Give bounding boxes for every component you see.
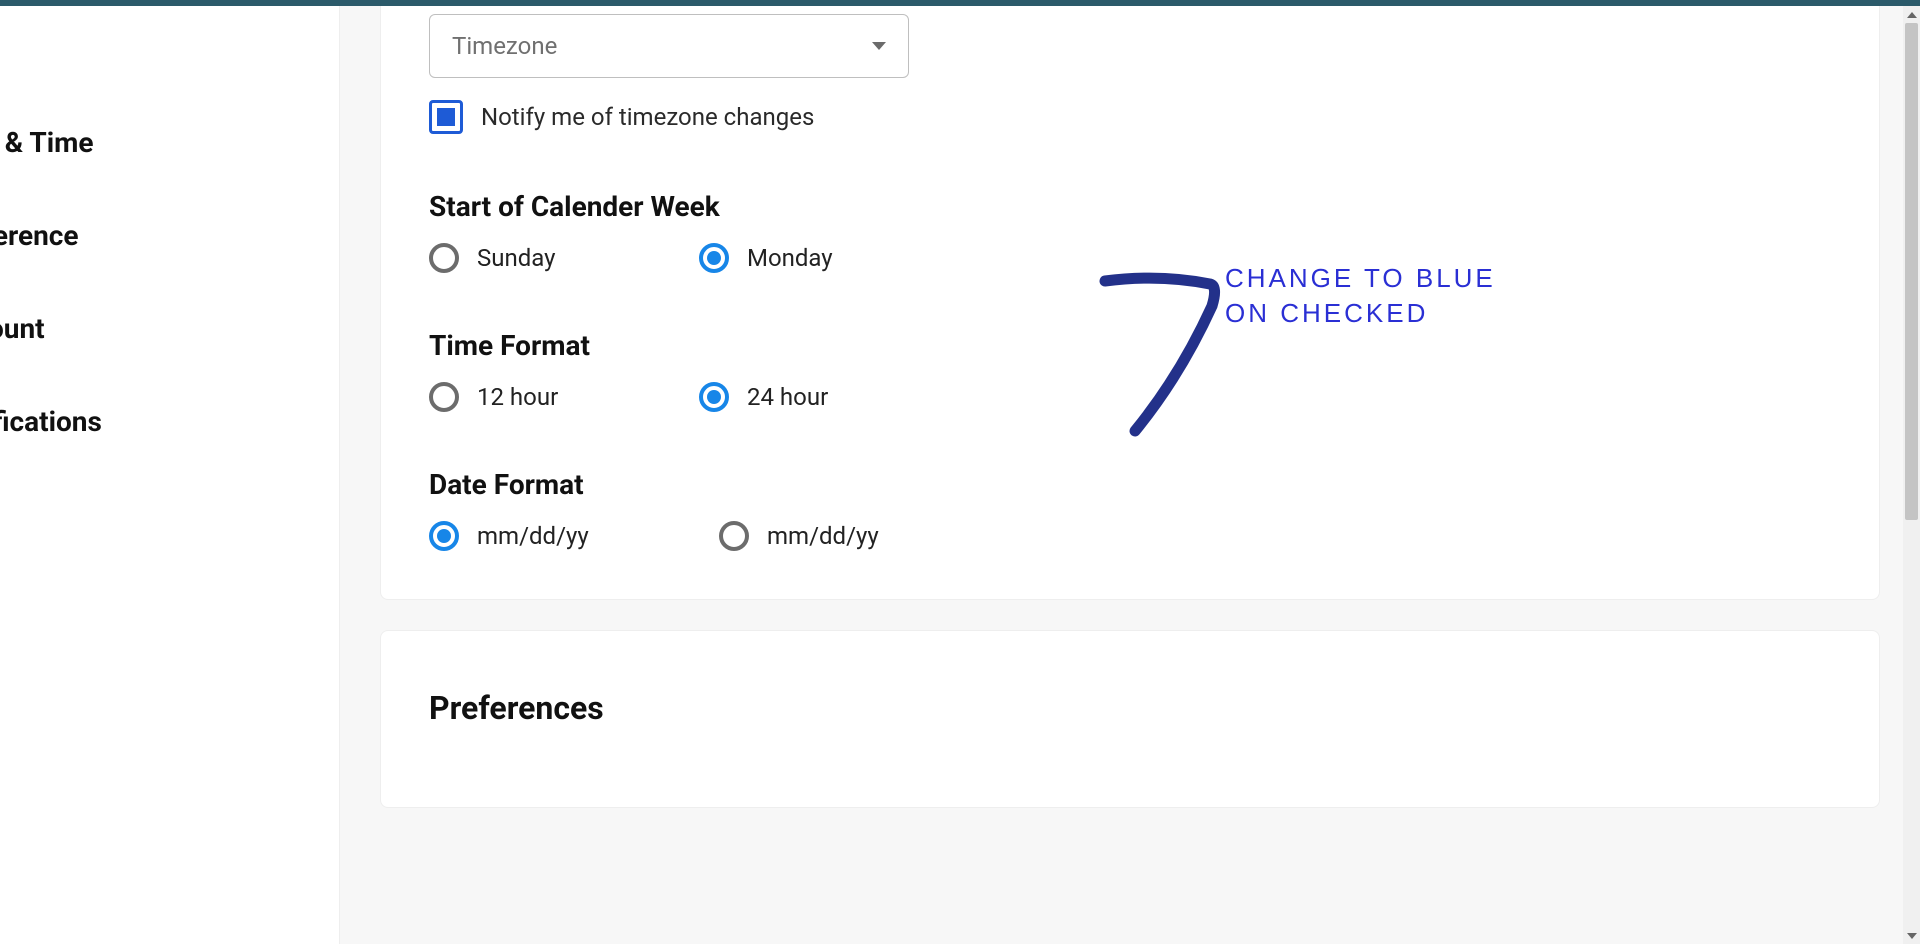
radio-icon — [699, 243, 729, 273]
preferences-card: Preferences — [380, 630, 1880, 808]
radio-icon — [429, 521, 459, 551]
radio-label: mm/dd/yy — [477, 522, 589, 550]
radio-option-date-1[interactable]: mm/dd/yy — [429, 521, 629, 551]
radio-label: Sunday — [477, 244, 556, 272]
section-title-date-format: Date Format — [429, 468, 1831, 501]
settings-card: Timezone Notify me of timezone changes S… — [380, 6, 1880, 600]
sidebar-item-notifications[interactable]: Notifications — [0, 375, 339, 468]
radio-icon — [719, 521, 749, 551]
radio-label: 12 hour — [477, 383, 558, 411]
radio-icon — [699, 382, 729, 412]
timezone-select[interactable]: Timezone — [429, 14, 909, 78]
sidebar-item-label: Date & Time — [0, 126, 94, 159]
date-format-radio-group: mm/dd/yy mm/dd/yy — [429, 521, 1831, 551]
vertical-scrollbar[interactable] — [1903, 6, 1920, 944]
radio-option-12hour[interactable]: 12 hour — [429, 382, 629, 412]
notify-timezone-checkbox[interactable] — [429, 100, 463, 134]
scroll-down-icon[interactable] — [1903, 927, 1920, 944]
preferences-title: Preferences — [429, 689, 1831, 727]
sidebar-item-label: Preference — [0, 219, 79, 252]
time-format-radio-group: 12 hour 24 hour — [429, 382, 1831, 412]
radio-label: mm/dd/yy — [767, 522, 879, 550]
sidebar-item-account[interactable]: Account — [0, 282, 339, 375]
chevron-down-icon — [872, 42, 886, 50]
radio-icon — [429, 243, 459, 273]
sidebar-item-label: Account — [0, 312, 45, 345]
radio-icon — [429, 382, 459, 412]
radio-label: Monday — [747, 244, 833, 272]
radio-option-date-2[interactable]: mm/dd/yy — [719, 521, 919, 551]
week-radio-group: Sunday Monday — [429, 243, 1831, 273]
scroll-track[interactable] — [1903, 23, 1920, 927]
scroll-thumb[interactable] — [1905, 23, 1918, 520]
sidebar-item-date-time[interactable]: Date & Time — [0, 96, 339, 189]
radio-option-monday[interactable]: Monday — [699, 243, 899, 273]
main-content: Timezone Notify me of timezone changes S… — [340, 6, 1920, 944]
sidebar-item-preference[interactable]: Preference — [0, 189, 339, 282]
notify-timezone-label: Notify me of timezone changes — [481, 103, 814, 131]
timezone-placeholder: Timezone — [452, 32, 557, 60]
radio-option-sunday[interactable]: Sunday — [429, 243, 629, 273]
radio-option-24hour[interactable]: 24 hour — [699, 382, 899, 412]
sidebar: Date & Time Preference Account Notificat… — [0, 6, 340, 944]
page-container: Date & Time Preference Account Notificat… — [0, 6, 1920, 944]
checkbox-fill-icon — [437, 108, 455, 126]
sidebar-item-label: Notifications — [0, 405, 102, 438]
radio-label: 24 hour — [747, 383, 828, 411]
scroll-up-icon[interactable] — [1903, 6, 1920, 23]
notify-timezone-row: Notify me of timezone changes — [429, 100, 1831, 134]
section-title-time-format: Time Format — [429, 329, 1831, 362]
section-title-week: Start of Calender Week — [429, 190, 1831, 223]
